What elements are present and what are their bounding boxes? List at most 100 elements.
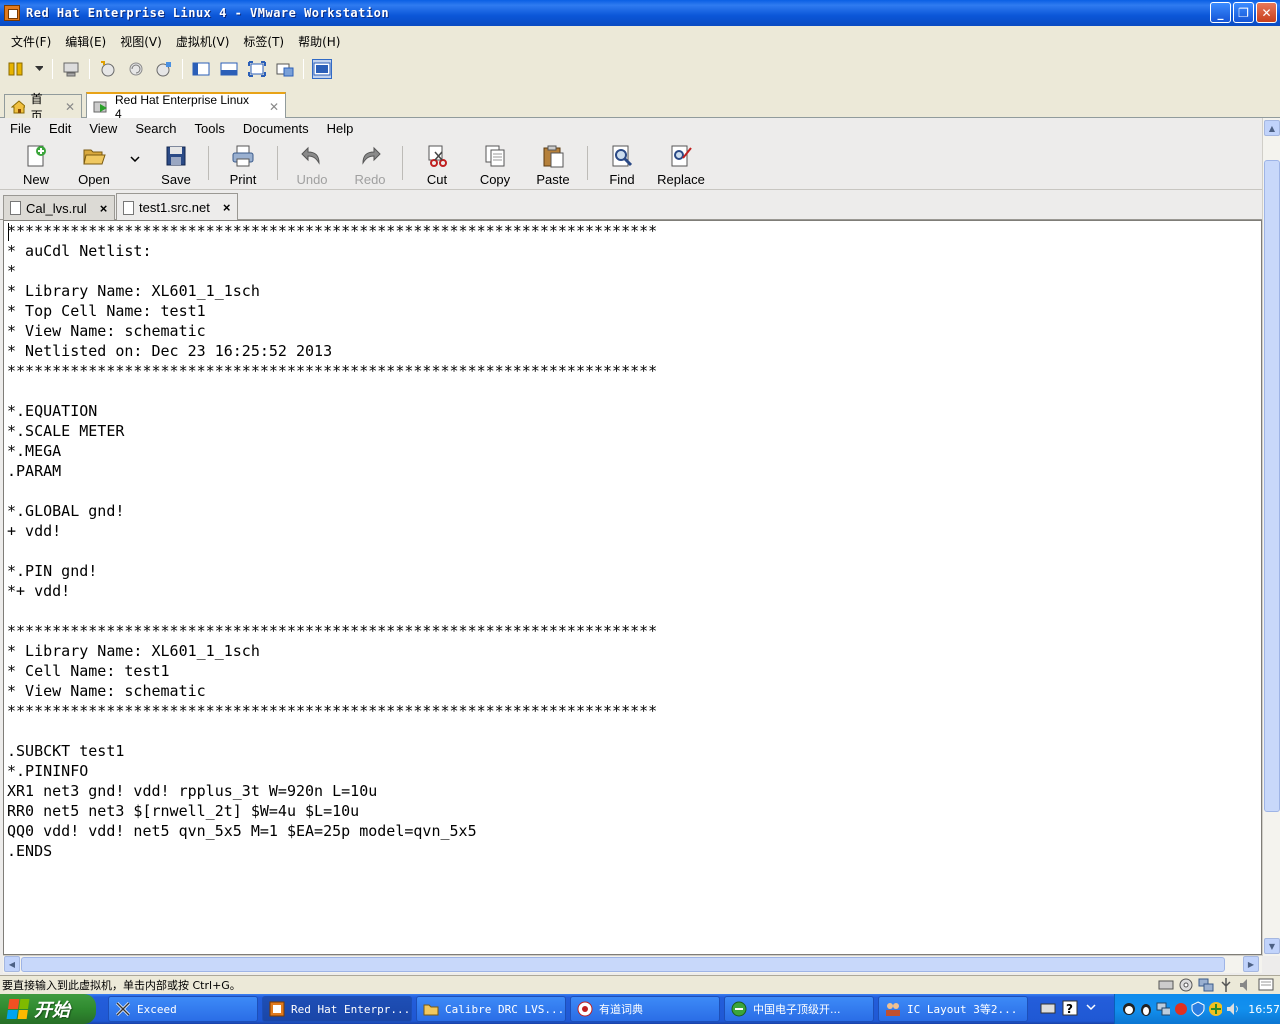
taskbar-item-vmware[interactable]: Red Hat Enterpr... — [262, 996, 412, 1022]
vmware-toolbar — [0, 54, 1280, 84]
network-icon[interactable] — [1198, 977, 1214, 992]
open-label: Open — [78, 172, 110, 187]
cut-button[interactable]: Cut — [407, 138, 467, 190]
snapshot-revert-icon[interactable] — [126, 59, 146, 79]
scroll-up-icon[interactable]: ▲ — [1264, 120, 1280, 136]
vertical-scrollbar[interactable]: ▲ ▼ — [1262, 118, 1280, 956]
help-icon[interactable]: ? — [1062, 1000, 1078, 1016]
tab-home-close-icon[interactable]: ✕ — [65, 100, 75, 114]
text-editor-area[interactable]: ****************************************… — [3, 220, 1262, 955]
shield-icon[interactable] — [1190, 1001, 1205, 1017]
chevron-down-icon[interactable] — [1086, 1000, 1096, 1016]
tab-rhel4[interactable]: Red Hat Enterprise Linux 4 ✕ — [86, 92, 286, 121]
doc-tab-cal-lvs-close-icon[interactable]: × — [100, 201, 108, 216]
new-button[interactable]: New — [6, 138, 66, 190]
start-button[interactable]: 开始 — [0, 994, 96, 1024]
save-button[interactable]: Save — [148, 138, 204, 190]
open-recent-dropdown[interactable] — [122, 138, 148, 190]
replace-button[interactable]: Replace — [652, 138, 710, 190]
open-button[interactable]: Open — [66, 138, 122, 190]
doc-tab-test1-src-net-close-icon[interactable]: × — [223, 200, 231, 215]
doc-tab-test1-src-net[interactable]: test1.src.net × — [116, 193, 238, 221]
full-screen-icon[interactable] — [247, 59, 267, 79]
undo-button[interactable]: Undo — [282, 138, 342, 190]
print-label: Print — [229, 172, 257, 187]
hard-disk-icon[interactable] — [1158, 977, 1174, 992]
copy-icon — [485, 145, 505, 167]
start-label: 开始 — [34, 1000, 70, 1021]
redo-button[interactable]: Redo — [342, 138, 398, 190]
horizontal-scrollbar[interactable]: ◀ ▶ — [3, 955, 1262, 973]
show-tabs-icon[interactable] — [219, 59, 239, 79]
show-sidebar-icon[interactable] — [191, 59, 211, 79]
keyboard-icon[interactable] — [1040, 1000, 1056, 1016]
bird-icon[interactable] — [1173, 1001, 1187, 1017]
folder-open-icon — [83, 149, 106, 165]
minimize-button[interactable]: _ — [1210, 2, 1231, 23]
menu-help[interactable]: 帮助(H) — [291, 33, 347, 50]
copy-button[interactable]: Copy — [467, 138, 523, 190]
scroll-down-icon[interactable]: ▼ — [1264, 938, 1280, 954]
snapshot-manager-icon[interactable] — [154, 59, 174, 79]
scroll-left-icon[interactable]: ◀ — [4, 956, 20, 972]
menu-tabs[interactable]: 标签(T) — [236, 33, 291, 50]
unity-icon[interactable] — [275, 59, 295, 79]
printer-icon — [232, 145, 254, 167]
snapshot-take-icon[interactable] — [98, 59, 118, 79]
gedit-menu-search[interactable]: Search — [125, 121, 184, 136]
taskbar-item-exceed[interactable]: Exceed — [108, 996, 258, 1022]
security-icon[interactable] — [1208, 1001, 1222, 1017]
penguin-icon[interactable] — [1138, 1001, 1152, 1017]
pause-icon[interactable] — [6, 59, 26, 79]
svg-text:?: ? — [1066, 1002, 1073, 1016]
maximize-button[interactable]: ❐ — [1233, 2, 1254, 23]
message-log-icon[interactable] — [1258, 977, 1274, 992]
menu-view[interactable]: 视图(V) — [113, 33, 169, 50]
gedit-menu-file[interactable]: File — [0, 121, 39, 136]
print-button[interactable]: Print — [213, 138, 273, 190]
doc-tab-cal-lvs[interactable]: Cal_lvs.rul × — [3, 195, 115, 220]
vmware-app-icon — [4, 5, 20, 21]
vertical-scroll-thumb[interactable] — [1264, 160, 1280, 812]
taskbar-item-calibre-folder[interactable]: Calibre DRC LVS... — [416, 996, 566, 1022]
network-tray-icon[interactable] — [1156, 1001, 1170, 1017]
menu-file[interactable]: 文件(F) — [4, 33, 58, 50]
usb-icon[interactable] — [1218, 977, 1234, 992]
tab-rhel4-close-icon[interactable]: ✕ — [269, 100, 279, 114]
text-document-icon — [123, 200, 134, 215]
horizontal-scroll-thumb[interactable] — [21, 957, 1225, 972]
find-button[interactable]: Find — [592, 138, 652, 190]
clock: 16:57 — [1248, 1002, 1280, 1016]
gedit-menu-help[interactable]: Help — [317, 121, 362, 136]
browser-icon — [731, 1001, 747, 1017]
tab-home[interactable]: 首页 ✕ — [4, 92, 82, 123]
taskbar-item-browser[interactable]: 中国电子顶级开... — [724, 996, 874, 1022]
qq-icon[interactable] — [1121, 1001, 1135, 1017]
gedit-menu-edit[interactable]: Edit — [39, 121, 79, 136]
menu-edit[interactable]: 编辑(E) — [58, 33, 113, 50]
cdrom-icon[interactable] — [1178, 977, 1194, 992]
vm-running-icon — [93, 101, 107, 112]
console-view-icon[interactable] — [312, 59, 332, 79]
windows-logo-icon — [6, 999, 30, 1019]
chevron-down-icon[interactable] — [34, 59, 44, 79]
toolbar-separator — [182, 59, 183, 79]
taskbar-item-ic-layout[interactable]: IC Layout 3等2... — [878, 996, 1028, 1022]
netlist-text[interactable]: ****************************************… — [4, 221, 1261, 861]
taskbar-item-label: Calibre DRC LVS... — [445, 1002, 565, 1016]
close-button[interactable]: ✕ — [1256, 2, 1277, 23]
scroll-right-icon[interactable]: ▶ — [1243, 956, 1259, 972]
sound-icon[interactable] — [1238, 977, 1254, 992]
taskbar-item-youdao[interactable]: 有道词典 — [570, 996, 720, 1022]
vm-guest-display[interactable]: File Edit View Search Tools Documents He… — [0, 118, 1280, 975]
text-cursor — [8, 223, 9, 241]
paste-button[interactable]: Paste — [523, 138, 583, 190]
toolbar-separator — [587, 146, 588, 180]
menu-vm[interactable]: 虚拟机(V) — [169, 33, 237, 50]
send-ctrl-alt-del-icon[interactable] — [61, 59, 81, 79]
volume-icon[interactable] — [1225, 1001, 1239, 1017]
gedit-menu-documents[interactable]: Documents — [233, 121, 317, 136]
gedit-menubar: File Edit View Search Tools Documents He… — [0, 118, 1262, 138]
gedit-menu-tools[interactable]: Tools — [185, 121, 233, 136]
gedit-menu-view[interactable]: View — [79, 121, 125, 136]
